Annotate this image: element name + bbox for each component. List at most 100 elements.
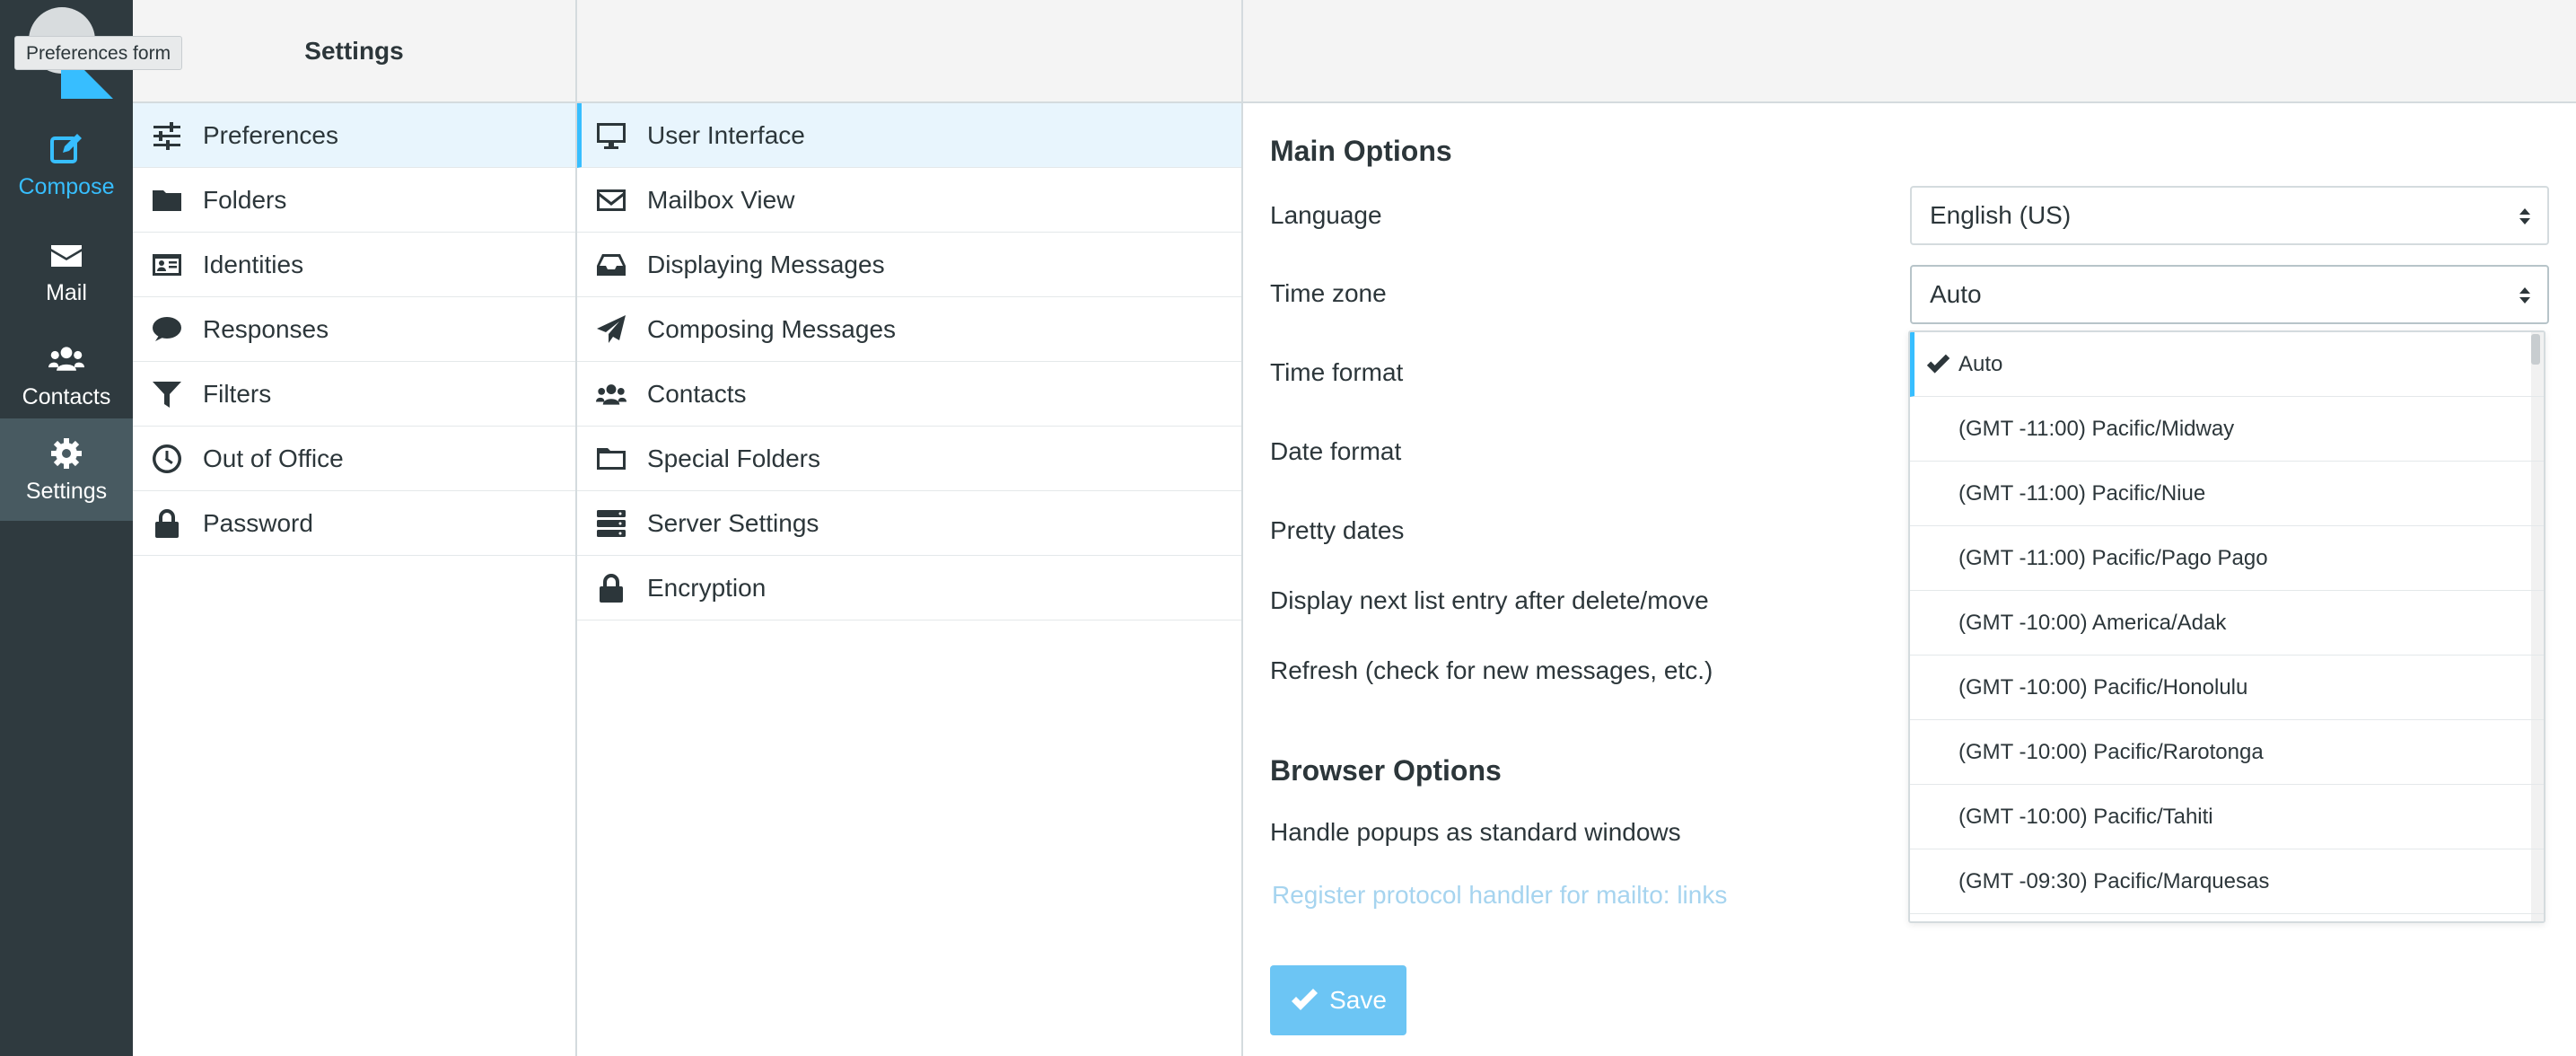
timezone-option-label: (GMT -10:00) Pacific/Honolulu [1958, 674, 2248, 700]
timezone-option[interactable]: (GMT -11:00) Pacific/Pago Pago [1910, 526, 2544, 591]
timezone-option-selected[interactable]: Auto [1910, 332, 2544, 397]
timezone-label: Time zone [1270, 279, 1387, 307]
settings-item-label: Folders [203, 185, 287, 214]
paper-plane-icon [597, 314, 626, 343]
settings-item-password[interactable]: Password [133, 491, 575, 556]
section-item-label: User Interface [647, 120, 805, 149]
taskbar-contacts-label: Contacts [22, 383, 111, 409]
date-format-label: Date format [1270, 437, 1402, 465]
settings-item-label: Out of Office [203, 444, 344, 472]
settings-nav: Settings Preferences Folders Identities … [133, 0, 577, 1056]
browser-options-title: Browser Options [1270, 754, 1502, 787]
edit-icon [50, 133, 82, 163]
lock-icon [155, 508, 179, 538]
taskbar-compose-label: Compose [18, 173, 115, 199]
timezone-option[interactable]: (GMT -11:00) Pacific/Niue [1910, 462, 2544, 526]
check-icon [1926, 354, 1950, 374]
settings-item-identities[interactable]: Identities [133, 233, 575, 297]
section-item-label: Encryption [647, 573, 767, 602]
caret-updown-icon [2519, 208, 2530, 224]
section-item-user-interface[interactable]: User Interface [577, 103, 1241, 168]
caret-updown-icon [2519, 287, 2530, 304]
section-item-label: Server Settings [647, 508, 819, 537]
timezone-dropdown: Auto (GMT -11:00) Pacific/Midway (GMT -1… [1908, 330, 2545, 923]
section-item-contacts[interactable]: Contacts [577, 362, 1241, 427]
section-item-displaying-messages[interactable]: Displaying Messages [577, 233, 1241, 297]
taskbar-compose[interactable]: Compose [0, 115, 133, 216]
timezone-value: Auto [1930, 280, 1982, 308]
language-value: English (US) [1930, 201, 2072, 229]
envelope-outline-icon [597, 189, 626, 211]
envelope-icon [51, 244, 82, 267]
pretty-dates-label: Pretty dates [1270, 516, 1405, 544]
timezone-option[interactable]: (GMT -11:00) Pacific/Midway [1910, 397, 2544, 462]
section-item-label: Displaying Messages [647, 250, 885, 278]
section-item-encryption[interactable]: Encryption [577, 556, 1241, 620]
section-item-composing-messages[interactable]: Composing Messages [577, 297, 1241, 362]
settings-item-responses[interactable]: Responses [133, 297, 575, 362]
timezone-option-label: (GMT -10:00) Pacific/Tahiti [1958, 804, 2213, 829]
save-label: Save [1329, 986, 1387, 1014]
inbox-icon [597, 253, 626, 276]
clock-icon [153, 444, 182, 473]
popups-label: Handle popups as standard windows [1270, 818, 1681, 846]
taskbar-settings-label: Settings [25, 478, 108, 504]
monitor-icon [597, 122, 626, 149]
users-icon [596, 383, 626, 405]
sections-header [577, 0, 1241, 103]
settings-item-preferences[interactable]: Preferences [133, 103, 575, 168]
comment-icon [153, 316, 181, 341]
timezone-option-label: (GMT -09:30) Pacific/Marquesas [1958, 868, 2270, 893]
time-format-label: Time format [1270, 358, 1404, 386]
check-icon [1292, 989, 1319, 1010]
save-button[interactable]: Save [1270, 965, 1406, 1035]
refresh-label: Refresh (check for new messages, etc.) [1270, 656, 1713, 684]
taskbar-settings[interactable]: Settings [0, 418, 133, 521]
sections-list: User Interface Mailbox View Displaying M… [577, 0, 1243, 1056]
gear-icon [51, 437, 82, 469]
timezone-option-label: (GMT -10:00) America/Adak [1958, 610, 2227, 635]
id-card-icon [153, 253, 181, 276]
section-item-special-folders[interactable]: Special Folders [577, 427, 1241, 491]
settings-item-folders[interactable]: Folders [133, 168, 575, 233]
section-item-label: Composing Messages [647, 314, 897, 343]
timezone-option[interactable]: (GMT -10:00) America/Adak [1910, 591, 2544, 656]
users-icon [48, 346, 84, 371]
timezone-select[interactable]: Auto [1910, 265, 2549, 324]
settings-item-label: Preferences [203, 120, 338, 149]
main-options-title: Main Options [1270, 135, 1452, 167]
settings-item-out-of-office[interactable]: Out of Office [133, 427, 575, 491]
settings-item-label: Responses [203, 314, 329, 343]
server-icon [597, 509, 626, 537]
settings-title: Settings [133, 0, 575, 103]
timezone-option[interactable]: (GMT -10:00) Pacific/Tahiti [1910, 785, 2544, 849]
settings-item-filters[interactable]: Filters [133, 362, 575, 427]
taskbar-mail-label: Mail [46, 279, 87, 305]
section-item-server-settings[interactable]: Server Settings [577, 491, 1241, 556]
taskbar: Compose Mail Contacts Settings [0, 0, 133, 1056]
timezone-option[interactable]: (GMT -10:00) Pacific/Honolulu [1910, 656, 2544, 720]
section-item-label: Contacts [647, 379, 747, 408]
timezone-option-label: (GMT -11:00) Pacific/Niue [1958, 480, 2206, 506]
section-item-mailbox-view[interactable]: Mailbox View [577, 168, 1241, 233]
folder-icon [153, 189, 181, 211]
taskbar-mail[interactable]: Mail [0, 221, 133, 321]
display-next-label: Display next list entry after delete/mov… [1270, 586, 1709, 614]
taskbar-contacts[interactable]: Contacts [0, 325, 133, 426]
sliders-icon [153, 121, 180, 150]
settings-item-label: Password [203, 508, 313, 537]
timezone-option-label: Auto [1958, 351, 2003, 376]
register-handler-link[interactable]: Register protocol handler for mailto: li… [1272, 881, 1727, 910]
timezone-option[interactable]: (GMT -10:00) Pacific/Rarotonga [1910, 720, 2544, 785]
settings-item-label: Identities [203, 250, 304, 278]
timezone-option-label: (GMT -11:00) Pacific/Midway [1958, 416, 2235, 441]
form-header [1243, 0, 2576, 103]
timezone-option-label: (GMT -11:00) Pacific/Pago Pago [1958, 545, 2268, 570]
section-item-label: Mailbox View [647, 185, 795, 214]
language-select[interactable]: English (US) [1910, 186, 2549, 245]
timezone-option[interactable]: (GMT -09:30) Pacific/Marquesas [1910, 849, 2544, 914]
folder-outline-icon [597, 447, 626, 470]
tooltip: Preferences form [14, 36, 183, 70]
settings-item-label: Filters [203, 379, 272, 408]
language-label: Language [1270, 201, 1382, 229]
